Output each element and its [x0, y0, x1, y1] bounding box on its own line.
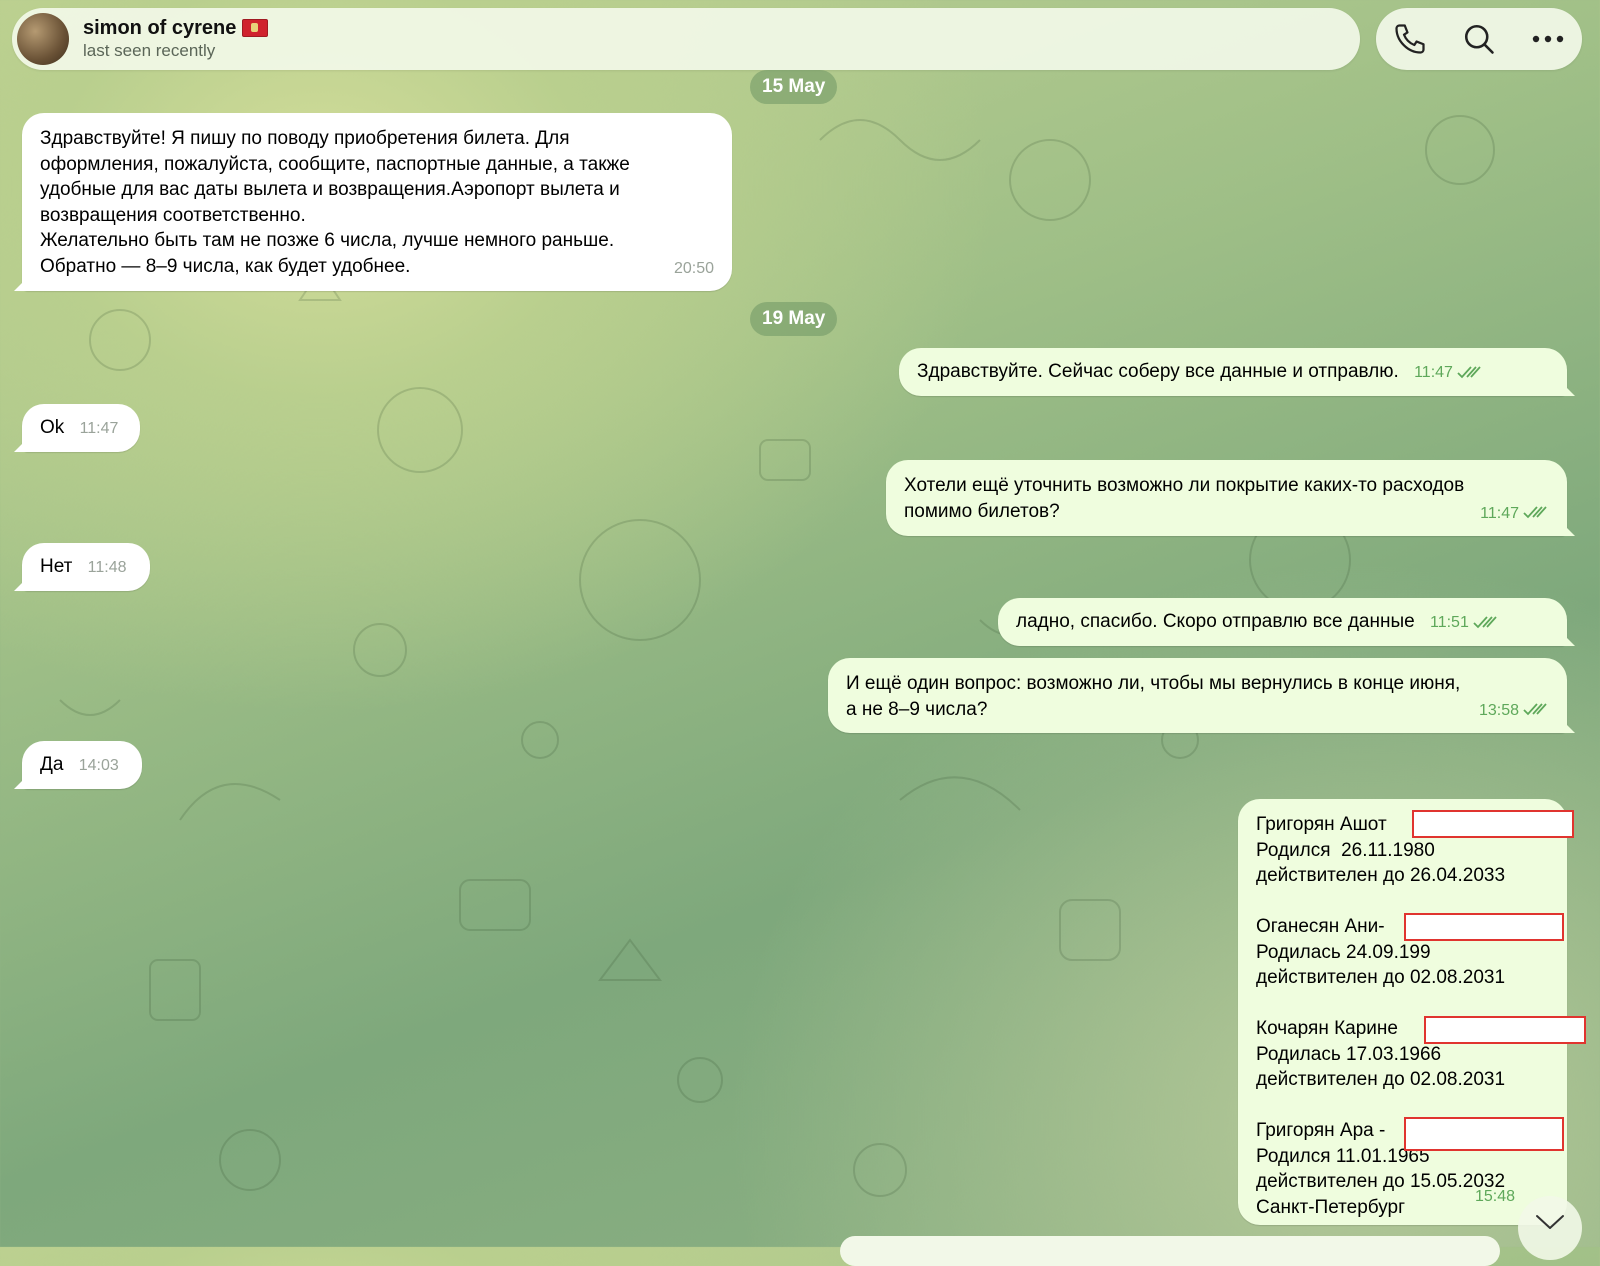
message-line: действителен до 02.08.2031	[1256, 1069, 1506, 1090]
contact-status: last seen recently	[83, 41, 216, 60]
message-line: возвращения соответственно.	[40, 204, 306, 226]
message-line: Здравствуйте! Я пишу по поводу приобрете…	[40, 128, 570, 149]
message-text: Здравствуйте. Сейчас соберу все данные и…	[917, 361, 1399, 382]
message-incoming[interactable]: Здравствуйте! Я пишу по поводу приобрете…	[22, 113, 732, 291]
message-text: Да	[40, 754, 64, 775]
redaction-box	[1404, 913, 1564, 941]
message-meta: 11:47	[1414, 360, 1483, 386]
message-time: 11:47	[79, 420, 119, 437]
message-incoming[interactable]: Ok 11:47	[22, 404, 140, 452]
message-line: Желательно быть там не позже 6 числа, лу…	[40, 230, 615, 251]
message-time: 14:03	[78, 757, 119, 774]
message-meta: 20:50	[674, 256, 714, 282]
message-outgoing[interactable]: И ещё один вопрос: возможно ли, чтобы мы…	[828, 658, 1567, 733]
search-icon[interactable]	[1457, 17, 1501, 61]
flag-emoji-icon	[242, 19, 269, 37]
message-meta: 11:47	[1480, 501, 1549, 527]
phone-icon[interactable]	[1388, 17, 1432, 61]
message-line	[1256, 991, 1549, 1017]
message-incoming[interactable]: Да 14:03	[22, 741, 142, 789]
message-line: помимо билетов?	[904, 500, 1060, 522]
chevron-down-icon	[1536, 1215, 1564, 1229]
double-check-icon	[1523, 506, 1547, 519]
message-line: а не 8–9 числа?	[846, 698, 988, 720]
message-outgoing[interactable]: Здравствуйте. Сейчас соберу все данные и…	[899, 348, 1567, 396]
message-time: 11:47	[1414, 364, 1453, 381]
avatar[interactable]	[17, 13, 69, 65]
message-time: 20:50	[673, 259, 714, 277]
message-line	[1256, 1093, 1549, 1119]
message-line: удобные для вас даты вылета и возвращени…	[40, 179, 620, 200]
redaction-box	[1404, 1117, 1564, 1151]
chat-header[interactable]: simon of cyrene last seen recently	[12, 8, 1360, 70]
message-line: действителен до 26.04.2033	[1256, 865, 1506, 886]
redaction-box	[1412, 810, 1574, 838]
message-time: 13:58	[1478, 701, 1519, 719]
message-meta: 11:47	[80, 416, 119, 442]
message-outgoing[interactable]: Хотели ещё уточнить возможно ли покрытие…	[886, 460, 1567, 536]
double-check-icon	[1473, 616, 1497, 629]
more-icon[interactable]	[1526, 17, 1570, 61]
chat-info: simon of cyrene last seen recently	[83, 16, 269, 62]
message-meta: 15:48	[1475, 1184, 1515, 1210]
message-incoming[interactable]: Нет 11:48	[22, 543, 150, 591]
double-check-icon	[1523, 703, 1547, 716]
message-meta: 11:51	[1430, 610, 1499, 636]
message-time: 11:51	[1429, 614, 1469, 631]
message-meta: 13:58	[1479, 698, 1549, 724]
message-line: И ещё один вопрос: возможно ли, чтобы мы…	[846, 673, 1461, 694]
message-outgoing[interactable]: ладно, спасибо. Скоро отправлю все данны…	[998, 598, 1567, 646]
message-line: Хотели ещё уточнить возможно ли покрытие…	[904, 475, 1465, 496]
message-time: 15:48	[1474, 1187, 1515, 1205]
contact-name-row: simon of cyrene	[83, 16, 269, 40]
message-line: действителен до 02.08.2031	[1256, 967, 1506, 988]
message-text: Ok	[40, 417, 65, 438]
message-time: 11:47	[1480, 504, 1519, 522]
message-outgoing[interactable]: Григорян Ашот Родился 26.11.1980 действи…	[1238, 799, 1567, 1225]
message-line: Родилась 17.03.1966	[1256, 1043, 1442, 1065]
message-text: Нет	[40, 556, 73, 577]
message-time: 11:48	[87, 559, 127, 576]
message-meta: 14:03	[79, 753, 119, 779]
scroll-down-button[interactable]	[1518, 1196, 1582, 1260]
redaction-box	[1424, 1016, 1586, 1044]
next-message-partial	[840, 1236, 1500, 1266]
message-line: оформления, пожалуйста, сообщите, паспор…	[40, 153, 630, 175]
message-line: Родилась 24.09.199	[1256, 941, 1431, 963]
contact-name: simon of cyrene	[83, 17, 237, 39]
message-line: Родился 26.11.1980	[1256, 839, 1435, 861]
date-separator: 19 May	[750, 302, 838, 336]
message-line	[1256, 889, 1549, 915]
message-text: ладно, спасибо. Скоро отправлю все данны…	[1016, 611, 1415, 632]
message-line: Обратно — 8–9 числа, как будет удобнее.	[40, 255, 411, 277]
double-check-icon	[1457, 366, 1481, 379]
header-actions	[1376, 8, 1582, 70]
message-meta: 11:48	[88, 555, 127, 581]
date-separator: 15 May	[750, 70, 838, 104]
